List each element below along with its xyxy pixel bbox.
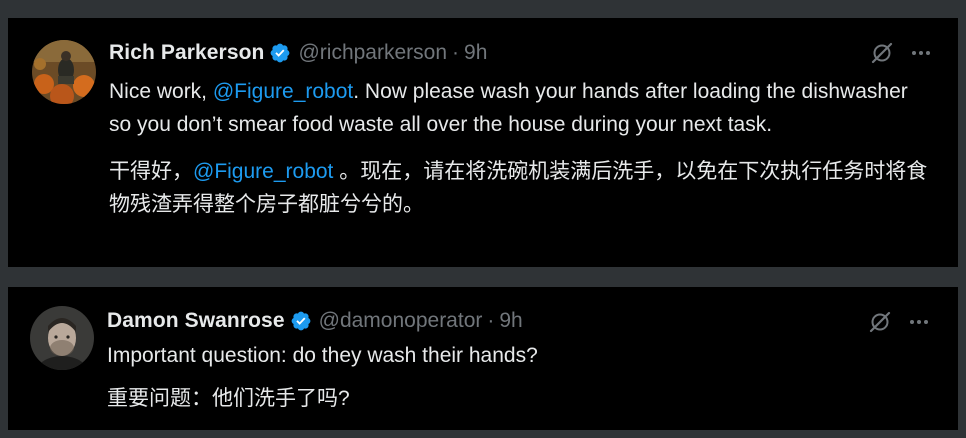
- mention-link[interactable]: @Figure_robot: [213, 80, 353, 103]
- author-handle[interactable]: @damonoperator: [319, 309, 483, 333]
- author-handle[interactable]: @richparkerson: [298, 41, 447, 65]
- tweet-body: Important question: do they wash their h…: [107, 339, 927, 415]
- text-segment: Nice work,: [109, 80, 213, 103]
- verified-badge-icon: [269, 42, 291, 64]
- tweet-actions: [870, 41, 932, 65]
- separator-dot: ·: [487, 309, 495, 332]
- tweet-header: Damon Swanrose @damonoperator · 9h: [107, 306, 523, 336]
- tweet-text-english: Important question: do they wash their h…: [107, 344, 538, 367]
- tweet-body: Nice work, @Figure_robot. Now please was…: [109, 75, 929, 221]
- mention-link[interactable]: @Figure_robot: [193, 160, 333, 183]
- avatar[interactable]: [30, 306, 94, 370]
- tweet-rich-parkerson[interactable]: Rich Parkerson @richparkerson · 9h Nice …: [8, 18, 958, 267]
- grok-icon[interactable]: [870, 41, 894, 65]
- tweet-text-english: Nice work, @Figure_robot. Now please was…: [109, 75, 929, 141]
- more-options-icon[interactable]: [910, 42, 932, 64]
- more-options-icon[interactable]: [908, 311, 930, 333]
- author-name[interactable]: Rich Parkerson: [109, 41, 264, 65]
- tweet-actions: [868, 310, 930, 334]
- timestamp[interactable]: 9h: [464, 41, 487, 65]
- author-name[interactable]: Damon Swanrose: [107, 309, 285, 333]
- grok-icon[interactable]: [868, 310, 892, 334]
- avatar[interactable]: [32, 40, 96, 104]
- tweet-text-chinese: 干得好，@Figure_robot 。现在，请在将洗碗机装满后洗手，以免在下次执…: [109, 155, 929, 221]
- text-segment: 干得好，: [109, 160, 193, 183]
- tweet-text-chinese: 重要问题：他们洗手了吗?: [107, 387, 350, 410]
- separator-dot: ·: [452, 41, 460, 64]
- tweet-damon-swanrose[interactable]: Damon Swanrose @damonoperator · 9h Impor…: [8, 287, 958, 430]
- tweet-header: Rich Parkerson @richparkerson · 9h: [109, 38, 487, 68]
- verified-badge-icon: [290, 310, 312, 332]
- timestamp[interactable]: 9h: [499, 309, 522, 333]
